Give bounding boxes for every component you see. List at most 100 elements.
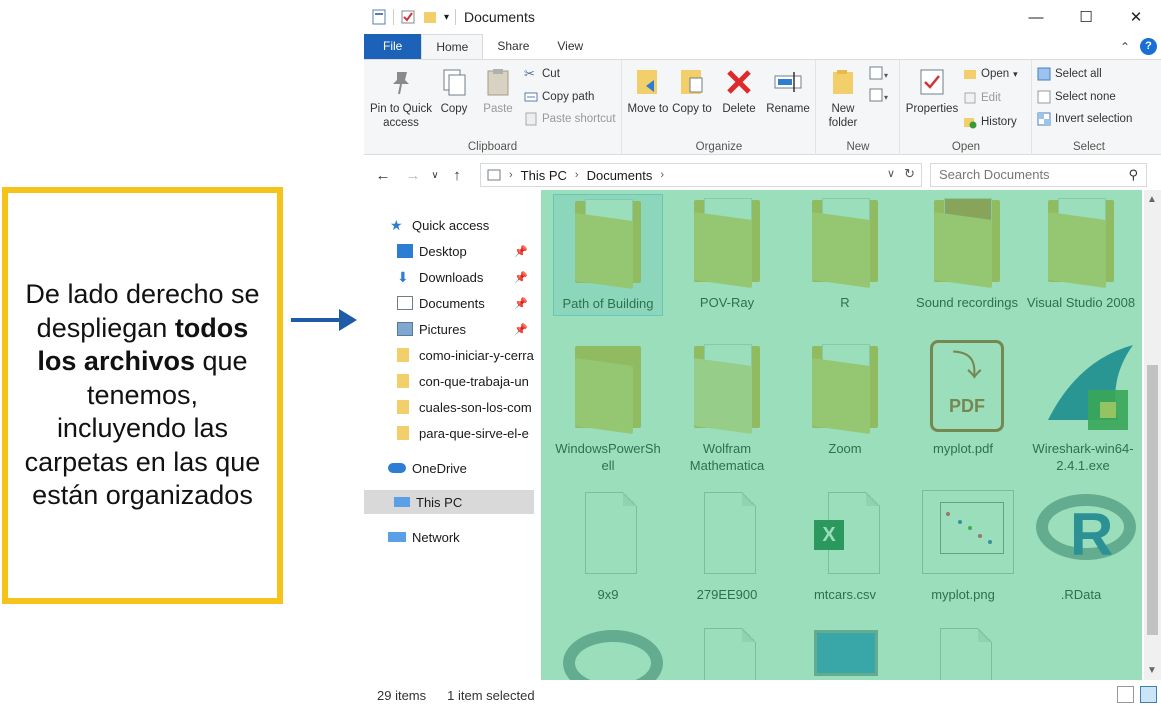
collapse-ribbon-icon[interactable]: ⌃ [1120, 40, 1130, 54]
scrollbar-thumb[interactable] [1147, 365, 1158, 635]
file-item[interactable]: POV-Ray [672, 194, 782, 311]
rename-button[interactable]: Rename [763, 66, 813, 116]
maximize-button[interactable]: ☐ [1061, 0, 1111, 34]
breadcrumb-this-pc[interactable]: This PC [521, 168, 567, 183]
nav-desktop[interactable]: Desktop 📌 [364, 239, 534, 263]
select-none-button[interactable]: Select none [1037, 90, 1116, 104]
file-item[interactable] [672, 622, 782, 680]
file-item[interactable]: Zoom [790, 340, 900, 457]
file-item[interactable]: myplot.png [908, 486, 1018, 603]
selection-count: 1 item selected [447, 687, 535, 703]
details-view-icon[interactable] [1117, 686, 1134, 703]
back-icon[interactable]: ← [372, 167, 394, 184]
file-item[interactable] [908, 622, 1018, 680]
search-placeholder: Search Documents [939, 167, 1050, 182]
copy-button[interactable]: Copy [434, 66, 474, 116]
search-icon[interactable]: ⚲ [1128, 164, 1138, 186]
tab-file[interactable]: File [364, 34, 422, 59]
nav-network[interactable]: Network [364, 525, 534, 549]
paste-shortcut-button[interactable]: Paste shortcut [524, 112, 616, 126]
file-name: POV-Ray [699, 295, 755, 310]
minimize-button[interactable]: — [1011, 0, 1061, 34]
nav-folder-con-que-trabaja[interactable]: con-que-trabaja-un [364, 369, 534, 393]
refresh-icon[interactable]: ↻ [904, 166, 915, 182]
breadcrumb-documents[interactable]: Documents [587, 168, 653, 183]
help-icon[interactable]: ? [1140, 38, 1157, 55]
qat-dropdown-icon[interactable]: ▾ [444, 12, 449, 23]
blank-file-icon [563, 486, 653, 582]
address-bar[interactable]: › This PC › Documents › ∨ ↻ [480, 163, 922, 187]
pin-icon[interactable]: 📌 [514, 323, 528, 336]
nav-quick-access[interactable]: ★ Quick access [364, 213, 534, 237]
up-icon[interactable]: ↑ [446, 167, 468, 184]
pin-to-quick-access-button[interactable]: Pin to Quick access [368, 66, 434, 130]
open-button[interactable]: Open ▾ [963, 67, 1018, 81]
nav-downloads[interactable]: ⬇ Downloads 📌 [364, 265, 534, 289]
tab-share[interactable]: Share [483, 34, 543, 59]
file-item[interactable]: 9x9 [553, 486, 663, 603]
excel-badge: X [814, 520, 844, 550]
cut-button[interactable]: ✂ Cut [524, 67, 560, 81]
copy-to-button[interactable]: Copy to [671, 66, 713, 116]
nav-folder-cuales-son[interactable]: cuales-son-los-com [364, 395, 534, 419]
file-item[interactable]: X mtcars.csv [790, 486, 900, 603]
file-item[interactable]: Wolfram Mathematica [672, 340, 782, 474]
pin-icon[interactable]: 📌 [514, 245, 528, 258]
delete-button[interactable]: Delete [719, 66, 759, 116]
scroll-up-icon[interactable]: ▲ [1147, 194, 1157, 205]
copy-path-button[interactable]: Copy path [524, 90, 594, 104]
nav-folder-label: para-que-sirve-el-e [419, 425, 529, 441]
new-folder-button[interactable]: New folder [821, 66, 865, 130]
file-item[interactable]: WindowsPowerShell [553, 340, 663, 474]
file-item[interactable]: 279EE900 [672, 486, 782, 603]
title-bar: ▾ Documents — ☐ ✕ [364, 0, 1161, 34]
file-item[interactable]: Wireshark-win64-2.4.1.exe [1026, 340, 1140, 474]
pin-icon[interactable]: 📌 [514, 271, 528, 284]
nav-pictures[interactable]: Pictures 📌 [364, 317, 534, 341]
tab-view[interactable]: View [543, 34, 597, 59]
edit-button[interactable]: Edit [963, 91, 1001, 105]
move-to-button[interactable]: Move to [627, 66, 669, 116]
nav-onedrive[interactable]: OneDrive [364, 456, 534, 480]
nav-folder-como-iniciar[interactable]: como-iniciar-y-cerrar [364, 343, 534, 367]
scroll-down-icon[interactable]: ▼ [1147, 665, 1157, 676]
properties-label: Properties [905, 103, 959, 115]
easy-access-icon[interactable]: ▾ [869, 88, 891, 104]
copy-path-icon [524, 92, 538, 102]
properties-button[interactable]: Properties [903, 66, 961, 116]
open-group: Properties Open ▾ Edit History Open [901, 60, 1032, 155]
paste-button[interactable]: Paste [478, 66, 518, 116]
nav-folder-para-que-sirve[interactable]: para-que-sirve-el-e [364, 421, 534, 445]
close-button[interactable]: ✕ [1111, 0, 1161, 34]
clipboard-group: Pin to Quick access Copy Paste ✂ Cut Cop… [364, 60, 622, 155]
file-item[interactable]: Path of Building [553, 194, 663, 316]
nav-this-pc[interactable]: This PC [364, 490, 534, 514]
large-icons-view-icon[interactable] [1140, 686, 1157, 703]
invert-selection-button[interactable]: Invert selection [1037, 112, 1132, 126]
search-input[interactable]: Search Documents ⚲ [930, 163, 1147, 187]
forward-icon[interactable]: → [402, 167, 424, 184]
file-item[interactable] [553, 622, 663, 680]
file-name: Zoom [828, 441, 862, 456]
nav-documents[interactable]: Documents 📌 [364, 291, 534, 315]
recent-locations-icon[interactable]: ∨ [424, 170, 446, 181]
file-item[interactable] [790, 622, 900, 680]
breadcrumb-chevron-icon[interactable]: › [660, 169, 664, 181]
new-item-icon[interactable]: ▾ [869, 66, 891, 82]
folder-qat-icon[interactable] [422, 9, 438, 25]
file-item[interactable]: ⤵ PDF myplot.pdf [908, 340, 1018, 457]
file-item[interactable]: Sound recordings [908, 194, 1026, 311]
address-dropdown-icon[interactable]: ∨ [887, 167, 895, 180]
vertical-scrollbar[interactable]: ▲ ▼ [1144, 190, 1161, 680]
select-all-button[interactable]: Select all [1037, 67, 1102, 81]
tab-home[interactable]: Home [421, 34, 484, 59]
file-item[interactable]: R [790, 194, 900, 311]
properties-qat-icon[interactable] [371, 9, 387, 25]
breadcrumb-chevron-icon[interactable]: › [575, 169, 579, 181]
pin-icon[interactable]: 📌 [514, 297, 528, 310]
file-item[interactable]: R .RData [1026, 486, 1136, 603]
breadcrumb-chevron-icon[interactable]: › [509, 169, 513, 181]
checkmark-qat-icon[interactable] [400, 9, 416, 25]
history-button[interactable]: History [963, 115, 1017, 129]
file-item[interactable]: Visual Studio 2008 [1026, 194, 1136, 311]
